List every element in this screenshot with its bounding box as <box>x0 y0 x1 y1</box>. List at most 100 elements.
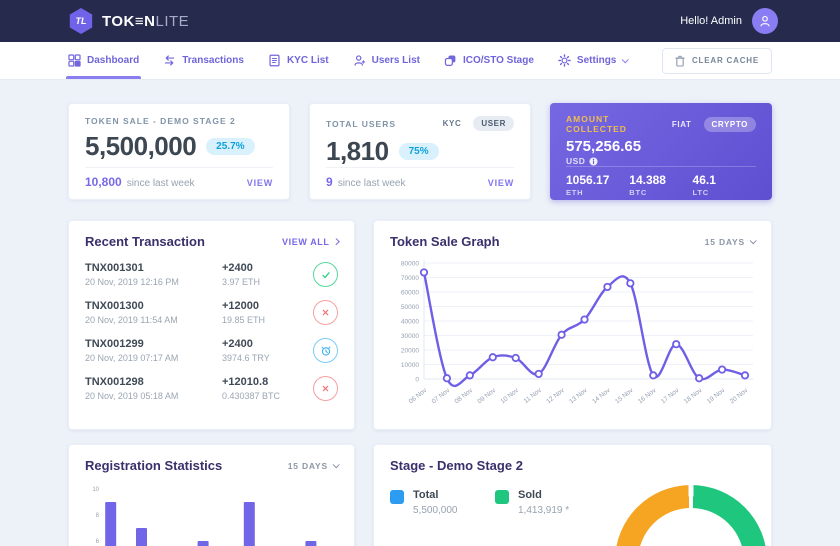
user-icon <box>353 54 366 67</box>
total-users-value: 1,810 <box>326 136 389 167</box>
nav-label: Dashboard <box>87 55 139 66</box>
nav-label: KYC List <box>287 55 329 66</box>
stage-donut-chart: 5,500,000 TLE <box>615 485 767 546</box>
delta-value: 10,800 <box>85 175 122 189</box>
crypto-btc: 14.388 BTC <box>629 173 692 197</box>
svg-text:06 Nov: 06 Nov <box>408 387 429 406</box>
stage-legend: Total5,500,000 Sold1,413,919 * Sale %25.… <box>390 489 615 546</box>
amount-collected-value: 575,256.65 <box>566 138 756 155</box>
recent-transactions-card: Recent Transaction VIEW ALL TNX00130120 … <box>68 220 355 430</box>
status-failed-icon <box>313 300 338 325</box>
delta-value: 9 <box>326 175 333 189</box>
svg-text:40000: 40000 <box>401 319 419 326</box>
card-title: Stage - Demo Stage 2 <box>390 458 523 473</box>
registration-bar-chart: 1086420 <box>85 483 340 546</box>
svg-text:19 Nov: 19 Nov <box>706 387 727 406</box>
logo-monogram: TL <box>76 16 87 26</box>
svg-text:18 Nov: 18 Nov <box>683 387 704 406</box>
dashboard-page: TL TOK≡NLITE Hello! Admin Dashboard Tran… <box>0 0 840 546</box>
registration-statistics-card: Registration Statistics 15 DAYS 1086420 <box>68 444 355 546</box>
transaction-row[interactable]: TNX00130120 Nov, 2019 12:16 PM +24003.97… <box>85 262 338 287</box>
delta-note: since last week <box>338 178 406 189</box>
svg-text:8: 8 <box>96 513 100 519</box>
document-icon <box>268 54 281 67</box>
svg-text:09 Nov: 09 Nov <box>476 387 497 406</box>
transaction-row[interactable]: TNX00129820 Nov, 2019 05:18 AM +12010.80… <box>85 376 338 401</box>
kyc-user-toggle: KYC USER <box>435 116 514 131</box>
svg-text:20 Nov: 20 Nov <box>729 387 750 406</box>
svg-text:70000: 70000 <box>401 275 419 282</box>
crypto-ltc: 46.1 LTC <box>693 173 756 197</box>
toggle-user[interactable]: USER <box>473 116 514 131</box>
app-header: TL TOK≡NLITE Hello! Admin <box>0 0 840 42</box>
user-avatar[interactable] <box>752 8 778 34</box>
range-dropdown[interactable]: 15 DAYS <box>288 461 338 471</box>
svg-text:30000: 30000 <box>401 333 419 340</box>
person-icon <box>758 14 772 28</box>
info-icon <box>589 157 598 166</box>
toggle-kyc[interactable]: KYC <box>435 116 470 131</box>
chevron-down-icon <box>333 461 340 468</box>
chevron-right-icon <box>333 238 339 244</box>
svg-text:15 Nov: 15 Nov <box>614 387 635 406</box>
token-sale-value: 5,500,000 <box>85 131 196 162</box>
nav-item-kyc-list[interactable]: KYC List <box>268 42 329 79</box>
range-dropdown[interactable]: 15 DAYS <box>705 237 755 247</box>
card-title: Registration Statistics <box>85 458 222 473</box>
transaction-row[interactable]: TNX00129920 Nov, 2019 07:17 AM +24003974… <box>85 338 338 363</box>
nav-item-settings[interactable]: Settings <box>558 42 627 79</box>
transaction-row[interactable]: TNX00130020 Nov, 2019 11:54 AM +1200019.… <box>85 300 338 325</box>
chevron-down-icon <box>622 56 629 63</box>
svg-text:08 Nov: 08 Nov <box>454 387 475 406</box>
svg-text:20000: 20000 <box>401 348 419 355</box>
legend-swatch <box>390 490 404 504</box>
svg-text:17 Nov: 17 Nov <box>660 387 681 406</box>
svg-text:0: 0 <box>415 377 419 384</box>
view-link[interactable]: VIEW <box>247 178 273 188</box>
logo-hexagon-icon: TL <box>68 8 94 34</box>
total-users-stat-card: TOTAL USERS KYC USER 1,810 75% 9 since l… <box>309 103 531 200</box>
nav-label: Users List <box>372 55 420 66</box>
grid-icon <box>68 54 81 67</box>
nav-item-ico-sto-stage[interactable]: ICO/STO Stage <box>444 42 534 79</box>
nav-label: Transactions <box>182 55 244 66</box>
swap-icon <box>163 54 176 67</box>
svg-text:14 Nov: 14 Nov <box>591 387 612 406</box>
clear-cache-button[interactable]: CLEAR CACHE <box>662 48 772 74</box>
svg-text:80000: 80000 <box>401 261 419 268</box>
stat-title: TOTAL USERS <box>326 119 396 129</box>
total-users-percent-badge: 75% <box>399 143 439 160</box>
legend-item-sold: Sold1,413,919 * <box>495 489 615 546</box>
card-title: Recent Transaction <box>85 234 205 249</box>
nav-item-transactions[interactable]: Transactions <box>163 42 244 79</box>
legend-swatch <box>495 490 509 504</box>
nav-label: Settings <box>577 55 616 66</box>
greeting-text: Hello! Admin <box>680 15 742 27</box>
svg-text:6: 6 <box>96 539 100 545</box>
coins-icon <box>444 54 457 67</box>
status-pending-icon <box>313 338 338 363</box>
stat-title: TOKEN SALE - DEMO STAGE 2 <box>85 116 236 126</box>
legend-item-total: Total5,500,000 <box>390 489 495 546</box>
token-sale-percent-badge: 25.7% <box>206 138 254 155</box>
amount-collected-card: AMOUNT COLLECTED FIAT CRYPTO 575,256.65 … <box>550 103 772 200</box>
currency-label: USD <box>566 156 585 166</box>
token-sale-line-chart: 0100002000030000400005000060000700008000… <box>390 255 757 415</box>
view-all-link[interactable]: VIEW ALL <box>282 237 338 247</box>
toggle-crypto[interactable]: CRYPTO <box>704 117 757 132</box>
gear-icon <box>558 54 571 67</box>
toggle-fiat[interactable]: FIAT <box>664 117 700 132</box>
svg-text:13 Nov: 13 Nov <box>568 387 589 406</box>
nav-item-users-list[interactable]: Users List <box>353 42 420 79</box>
card-title: Token Sale Graph <box>390 234 500 249</box>
brand-logo[interactable]: TL TOK≡NLITE <box>68 8 189 34</box>
view-link[interactable]: VIEW <box>488 178 514 188</box>
brand-name: TOK≡NLITE <box>102 13 189 30</box>
delta-note: since last week <box>127 178 195 189</box>
nav-item-dashboard[interactable]: Dashboard <box>68 42 139 79</box>
crypto-eth: 1056.17 ETH <box>566 173 629 197</box>
svg-text:11 Nov: 11 Nov <box>523 387 544 405</box>
chevron-down-icon <box>750 237 757 244</box>
status-failed-icon <box>313 376 338 401</box>
stat-title: AMOUNT COLLECTED <box>566 114 664 134</box>
